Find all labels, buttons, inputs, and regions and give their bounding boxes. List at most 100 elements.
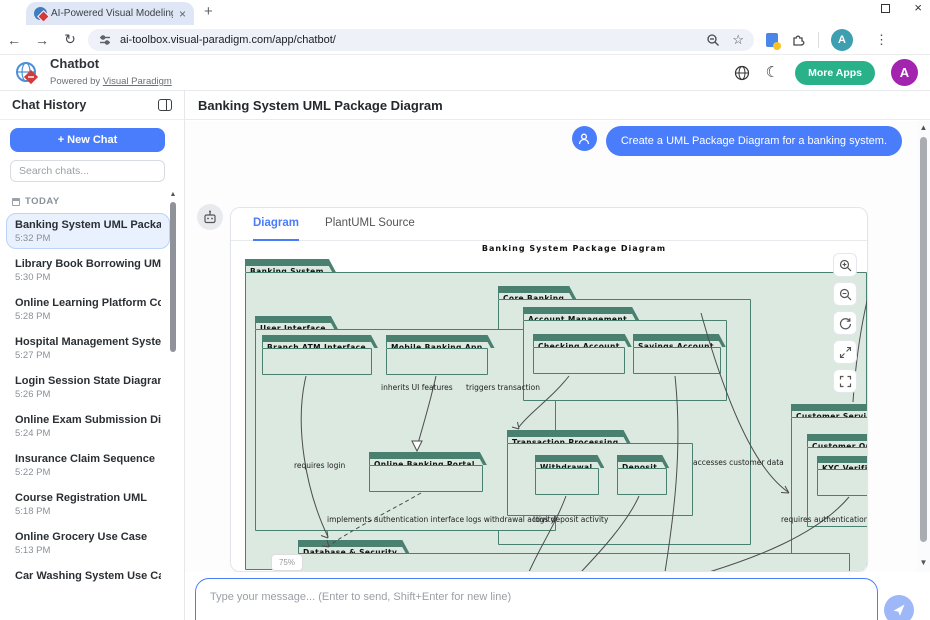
url-text: ai-toolbox.visual-paradigm.com/app/chatb… [120, 34, 706, 46]
pkg-kyc-verification[interactable]: KYC Verifica [817, 456, 868, 475]
more-apps-button[interactable]: More Apps [795, 61, 875, 85]
bookmark-star-icon[interactable]: ☆ [732, 32, 744, 48]
browser-menu-kebab-icon[interactable]: ⋮ [875, 32, 888, 48]
chat-history-item[interactable]: Online Learning Platform Co...5:28 PM [6, 291, 170, 327]
password-manager-extension-icon[interactable] [766, 33, 778, 47]
send-button[interactable] [884, 595, 914, 620]
page-title: Banking System UML Package Diagram [198, 98, 443, 113]
powered-by-text: Powered by Visual Paradigm [50, 76, 172, 87]
search-chats-input[interactable] [10, 160, 165, 182]
reset-view-button[interactable] [833, 311, 857, 335]
main-scrollbar[interactable]: ▲ ▼ [917, 121, 930, 572]
page-zoom-icon[interactable] [706, 33, 720, 47]
robot-icon [202, 209, 218, 225]
tab-close-icon[interactable]: × [177, 8, 188, 20]
pkg-online-banking-portal[interactable]: Online Banking Portal [369, 452, 487, 471]
window-close-button[interactable]: × [914, 1, 922, 14]
language-globe-icon[interactable] [734, 65, 750, 81]
chat-item-time: 5:26 PM [15, 389, 161, 400]
pkg-user-interface[interactable]: User Interface [255, 316, 338, 335]
chat-history-item[interactable]: Online Exam Submission Dia...5:24 PM [6, 408, 170, 444]
chat-history-item[interactable]: Login Session State Diagram5:26 PM [6, 369, 170, 405]
sidebar-scroll-up-icon[interactable]: ▲ [169, 191, 177, 198]
zoom-in-button[interactable] [833, 253, 857, 277]
today-section-header: TODAY [12, 196, 184, 207]
window-maximize-button[interactable] [881, 4, 890, 13]
chat-history-item[interactable]: Hospital Management Syste...5:27 PM [6, 330, 170, 366]
chat-item-title: Banking System UML Packag... [15, 219, 161, 231]
pkg-checking-account[interactable]: Checking Account [533, 334, 632, 353]
chat-history-item[interactable]: Banking System UML Packag... 5:32 PM [6, 213, 170, 249]
chat-history-item[interactable]: Online Grocery Use Case5:13 PM [6, 525, 170, 561]
pkg-database-security[interactable]: Database & Security [298, 540, 409, 559]
uml-diagram-canvas[interactable]: Banking System Package Diagram Banking S… [231, 241, 868, 572]
pkg-mobile-banking-app[interactable]: Mobile Banking App [386, 335, 495, 354]
pkg-banking-system[interactable]: Banking System [245, 259, 336, 278]
tab-diagram[interactable]: Diagram [253, 208, 299, 241]
pkg-transaction-processing[interactable]: Transaction Processing [507, 430, 631, 449]
pkg-kyc-verification-tab: KYC Verifica [817, 456, 868, 469]
main-scroll-up-icon[interactable]: ▲ [917, 121, 930, 135]
new-tab-button[interactable]: + [204, 4, 213, 19]
edge-label: triggers transaction [466, 383, 540, 392]
chat-history-item[interactable]: Library Book Borrowing UML5:30 PM [6, 252, 170, 288]
message-input[interactable] [195, 578, 878, 620]
pkg-account-management[interactable]: Account Management [523, 307, 639, 326]
fit-to-screen-button[interactable] [833, 340, 857, 364]
user-avatar[interactable]: A [891, 59, 918, 86]
extensions-puzzle-icon[interactable] [790, 32, 806, 48]
pkg-branch-atm-interface[interactable]: Branch ATM Interface [262, 335, 378, 354]
pkg-savings-account[interactable]: Savings Account [633, 334, 726, 353]
visual-paradigm-link[interactable]: Visual Paradigm [103, 76, 172, 87]
pkg-deposit[interactable]: Deposit [617, 455, 669, 474]
browser-tab-active[interactable]: AI-Powered Visual Modeling Ch × [26, 2, 194, 25]
tab-title: AI-Powered Visual Modeling Ch [51, 8, 173, 19]
edge-label: logs deposit activity [533, 515, 608, 524]
pkg-customer-onboarding-tab: Customer Onb [807, 434, 868, 447]
user-message-bubble: Create a UML Package Diagram for a banki… [606, 126, 902, 156]
forward-button[interactable]: → [28, 32, 56, 48]
pkg-customer-service[interactable]: Customer Service [791, 404, 868, 423]
pkg-mobile-banking-app-body [386, 348, 488, 375]
chat-item-time: 5:18 PM [15, 506, 161, 517]
browser-toolbar: ← → ↻ ai-toolbox.visual-paradigm.com/app… [0, 25, 930, 55]
pkg-mobile-banking-app-tab: Mobile Banking App [386, 335, 495, 348]
pkg-customer-onboarding[interactable]: Customer Onb [807, 434, 868, 453]
pkg-savings-account-body [633, 347, 721, 374]
edge-label: requires login [294, 461, 345, 470]
sidebar-scroll-thumb[interactable] [170, 202, 176, 352]
sidebar-toggle-icon[interactable] [158, 99, 172, 111]
sidebar-title: Chat History [12, 98, 86, 112]
chat-item-title: Hospital Management Syste... [15, 336, 161, 348]
pkg-savings-account-tab: Savings Account [633, 334, 726, 347]
site-info-icon[interactable] [98, 33, 112, 47]
chat-list: Banking System UML Packag... 5:32 PM Libra… [0, 213, 184, 587]
pkg-withdrawal-body [535, 468, 599, 495]
fullscreen-button[interactable] [833, 369, 857, 393]
calendar-icon [12, 198, 20, 206]
zoom-out-icon [839, 288, 852, 301]
browser-profile-avatar[interactable]: A [831, 29, 853, 51]
toolbar-divider [818, 32, 819, 48]
pkg-kyc-verification-body [817, 469, 868, 496]
visual-paradigm-logo [14, 60, 40, 86]
tab-plantuml-source[interactable]: PlantUML Source [325, 208, 415, 241]
pkg-withdrawal[interactable]: Withdrawal [535, 455, 604, 474]
reload-button[interactable]: ↻ [56, 31, 84, 48]
pkg-core-banking[interactable]: Core Banking [498, 286, 576, 305]
dark-mode-moon-icon[interactable]: ☾ [766, 65, 779, 80]
chat-history-item[interactable]: Insurance Claim Sequence5:22 PM [6, 447, 170, 483]
sidebar-scrollbar[interactable]: ▲ [169, 191, 177, 611]
chat-history-item[interactable]: Car Washing System Use Case [6, 564, 170, 587]
main-scroll-thumb[interactable] [920, 137, 927, 542]
chat-item-title: Online Grocery Use Case [15, 531, 161, 543]
back-button[interactable]: ← [0, 32, 28, 48]
main-scroll-down-icon[interactable]: ▼ [917, 556, 930, 570]
new-chat-button[interactable]: + New Chat [10, 128, 165, 152]
chat-item-time: 5:32 PM [15, 233, 161, 244]
address-bar[interactable]: ai-toolbox.visual-paradigm.com/app/chatb… [88, 29, 754, 51]
zoom-out-button[interactable] [833, 282, 857, 306]
fullscreen-corners-icon [839, 375, 852, 388]
chat-history-item[interactable]: Course Registration UML5:18 PM [6, 486, 170, 522]
browser-tab-strip: AI-Powered Visual Modeling Ch × + × [0, 0, 930, 25]
